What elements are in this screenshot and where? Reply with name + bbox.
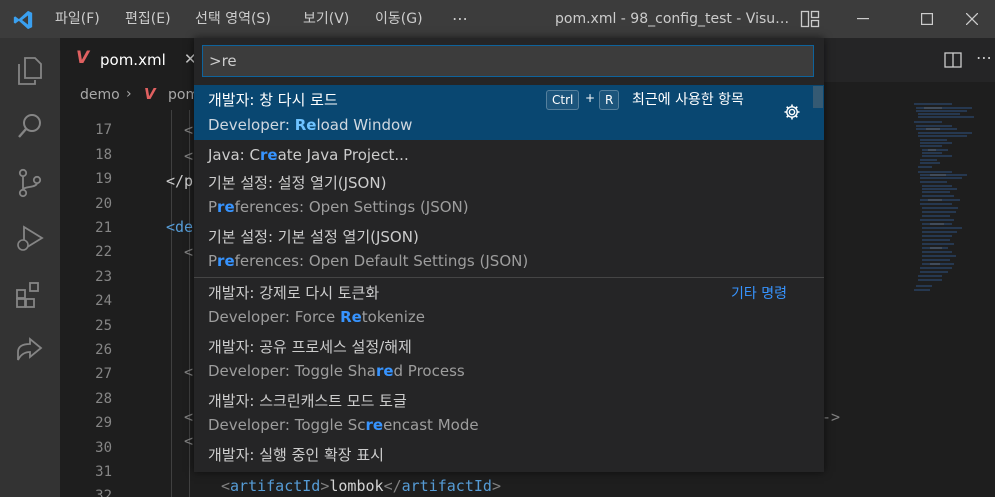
line-number: 24 [95,293,112,310]
line-number: 16 [60,110,112,114]
palette-item-label: 개발자: 강제로 다시 토큰화 [208,284,380,302]
vscode-logo-icon[interactable] [12,9,34,31]
menu-edit[interactable]: 편집(E) [125,0,171,38]
close-button[interactable] [949,0,995,38]
palette-item-label: 개발자: 실행 중인 확장 표시 [208,446,384,464]
line-number: 22 [95,244,112,261]
more-actions-icon[interactable]: ⋯ [976,48,992,67]
keybinding-key: Ctrl [546,90,580,110]
run-debug-icon [17,225,44,251]
source-control-button[interactable] [0,158,60,206]
keybinding-separator: + [585,91,596,105]
ellipsis-icon[interactable]: ⋯ [452,0,468,38]
palette-item-create-java-project[interactable]: Java: Create Java Project... [194,142,824,170]
palette-item-detail: Developer: Reload Window [208,116,413,134]
tab-pom-xml[interactable]: V pom.xml ✕ [60,38,208,82]
code-line-29-arrow: -> [822,408,841,426]
maven-icon: V [76,48,90,68]
line-number: 26 [95,342,112,358]
title-bar: 파일(F) 편집(E) 선택 영역(S) 보기(V) 이동(G) ⋯ pom.x… [0,0,995,38]
maximize-button[interactable] [904,0,950,38]
minimap[interactable] [912,100,982,300]
palette-item-label: 개발자: 스크린캐스트 모드 토글 [208,392,407,410]
menu-view[interactable]: 보기(V) [303,0,349,38]
code-line-21: <de [166,218,194,236]
line-number: 30 [95,439,112,456]
palette-item-toggle-shared-process[interactable]: 개발자: 공유 프로세스 설정/해제 Developer: Toggle Sha… [194,332,824,386]
live-share-icon [17,337,43,361]
command-palette: >re 개발자: 창 다시 로드 Ctrl + R 최근에 사용한 항목 Dev… [194,38,824,472]
minimize-icon [857,18,869,20]
explorer-button[interactable] [0,46,60,94]
palette-item-open-settings-json[interactable]: 기본 설정: 설정 열기(JSON) Preferences: Open Set… [194,170,824,224]
tab-label: pom.xml [100,51,166,69]
gear-icon[interactable] [783,103,801,121]
palette-item-detail: Developer: Toggle Screencast Mode [208,416,479,434]
palette-item-label: 개발자: 공유 프로세스 설정/해제 [208,338,412,356]
command-palette-input[interactable]: >re [202,45,814,77]
palette-item-show-running-extensions[interactable]: 개발자: 실행 중인 확장 표시 [194,440,824,472]
code-line-32: <artifactId>lombok</artifactId> [221,477,501,495]
explorer-icon [18,57,42,85]
line-number: 18 [95,146,112,163]
chevron-right-icon: › [126,86,132,102]
search-button[interactable] [0,102,60,150]
palette-item-open-default-settings-json[interactable]: 기본 설정: 기본 설정 열기(JSON) Preferences: Open … [194,224,824,278]
activity-bar [0,38,60,497]
menu-file[interactable]: 파일(F) [55,0,100,38]
line-number: 28 [95,390,112,407]
close-icon [966,13,978,25]
palette-item-detail: Developer: Toggle Shared Process [208,362,465,380]
search-icon [18,114,41,138]
line-number: 17 [95,122,112,139]
line-number: 23 [95,268,112,285]
palette-scrollbar[interactable] [813,86,823,108]
line-number: 31 [95,464,112,480]
palette-item-label: 기본 설정: 설정 열기(JSON) [208,174,387,192]
line-number: 21 [95,220,112,236]
minimize-button[interactable] [840,0,886,38]
source-control-icon [18,168,42,198]
line-number: 25 [95,317,112,334]
palette-group-label: 최근에 사용한 항목 [632,92,744,108]
maximize-icon [921,13,933,25]
extensions-icon [16,282,39,308]
palette-item-reload-window[interactable]: 개발자: 창 다시 로드 Ctrl + R 최근에 사용한 항목 Develop… [194,85,824,140]
palette-item-toggle-screencast-mode[interactable]: 개발자: 스크린캐스트 모드 토글 Developer: Toggle Scre… [194,386,824,440]
live-share-button[interactable] [0,326,60,374]
run-debug-button[interactable] [0,214,60,262]
window-title: pom.xml - 98_config_test - Visu… [555,11,790,27]
line-number: 32 [95,488,112,497]
menu-selection[interactable]: 선택 영역(S) [195,0,271,38]
code-line-19: </p [166,172,194,190]
breadcrumb-item-demo[interactable]: demo [80,87,120,103]
split-editor-icon[interactable] [944,52,962,68]
palette-item-label: 기본 설정: 기본 설정 열기(JSON) [208,228,419,246]
palette-item-label: 개발자: 창 다시 로드 [208,91,338,109]
maven-icon: V [144,85,156,103]
line-number: 19 [95,171,112,188]
line-number: 27 [95,366,112,383]
palette-item-force-retokenize[interactable]: 개발자: 강제로 다시 토큰화 기타 명령 Developer: Force R… [194,278,824,332]
line-number: 20 [95,195,112,212]
palette-item-detail: Preferences: Open Settings (JSON) [208,198,469,216]
menu-go[interactable]: 이동(G) [375,0,423,38]
line-number: 29 [95,415,112,432]
layout-icon[interactable] [800,10,820,28]
extensions-button[interactable] [0,270,60,318]
palette-item-label: Java: Create Java Project... [208,146,409,164]
palette-group-label: 기타 명령 [731,286,787,302]
keybinding-key: R [599,90,620,110]
palette-item-detail: Preferences: Open Default Settings (JSON… [208,252,529,270]
palette-item-detail: Developer: Force Retokenize [208,308,426,326]
